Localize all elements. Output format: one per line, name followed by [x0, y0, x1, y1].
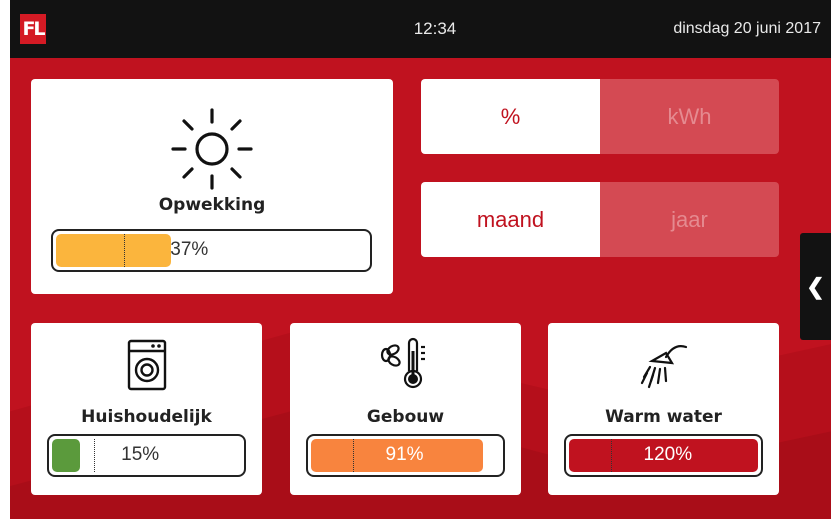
progress-target-marker — [124, 234, 126, 267]
washing-machine-icon — [127, 339, 167, 391]
category-title: Warm water — [605, 407, 722, 427]
unit-toggle: % kWh — [421, 79, 779, 154]
category-progress-bar: 120% — [564, 434, 763, 477]
progress-fill — [52, 439, 81, 472]
app-screen: FL 12:34 dinsdag 20 juni 2017 Opwekking … — [10, 0, 831, 519]
chevron-left-icon: ❮ — [806, 274, 825, 299]
progress-target-marker — [610, 439, 612, 472]
progress-value: 37% — [170, 239, 209, 260]
date-display: dinsdag 20 juni 2017 — [673, 20, 821, 37]
category-title: Gebouw — [366, 407, 445, 427]
unit-option-percent[interactable]: % — [421, 79, 600, 154]
brand-logo: FL — [20, 14, 46, 44]
progress-value: 120% — [643, 444, 693, 465]
progress-target-marker — [352, 439, 354, 472]
unit-option-kwh[interactable]: kWh — [600, 79, 779, 154]
clock: 12:34 — [413, 19, 457, 38]
generation-title: Opwekking — [158, 195, 266, 215]
fan-thermometer-icon — [380, 337, 425, 389]
generation-progress-bar: 37% — [51, 229, 372, 272]
period-option-month[interactable]: maand — [421, 182, 600, 257]
progress-value: 91% — [385, 444, 424, 465]
generation-card[interactable]: Opwekking 37% — [31, 79, 393, 294]
category-progress-bar: 91% — [306, 434, 505, 477]
sun-icon — [171, 108, 253, 190]
side-panel-tab[interactable]: ❮ — [800, 233, 831, 340]
period-option-year[interactable]: jaar — [600, 182, 779, 257]
progress-fill — [56, 234, 172, 267]
category-card-hot-water[interactable]: Warm water 120% — [548, 323, 779, 495]
category-card-building[interactable]: Gebouw 91% — [290, 323, 521, 495]
category-card-household[interactable]: Huishoudelijk 15% — [31, 323, 262, 495]
shower-icon — [640, 345, 688, 389]
progress-value: 15% — [121, 444, 160, 465]
progress-target-marker — [93, 439, 95, 472]
category-title: Huishoudelijk — [81, 407, 212, 427]
category-progress-bar: 15% — [47, 434, 246, 477]
period-toggle: maand jaar — [421, 182, 779, 257]
top-bar: FL 12:34 dinsdag 20 juni 2017 — [10, 0, 831, 58]
